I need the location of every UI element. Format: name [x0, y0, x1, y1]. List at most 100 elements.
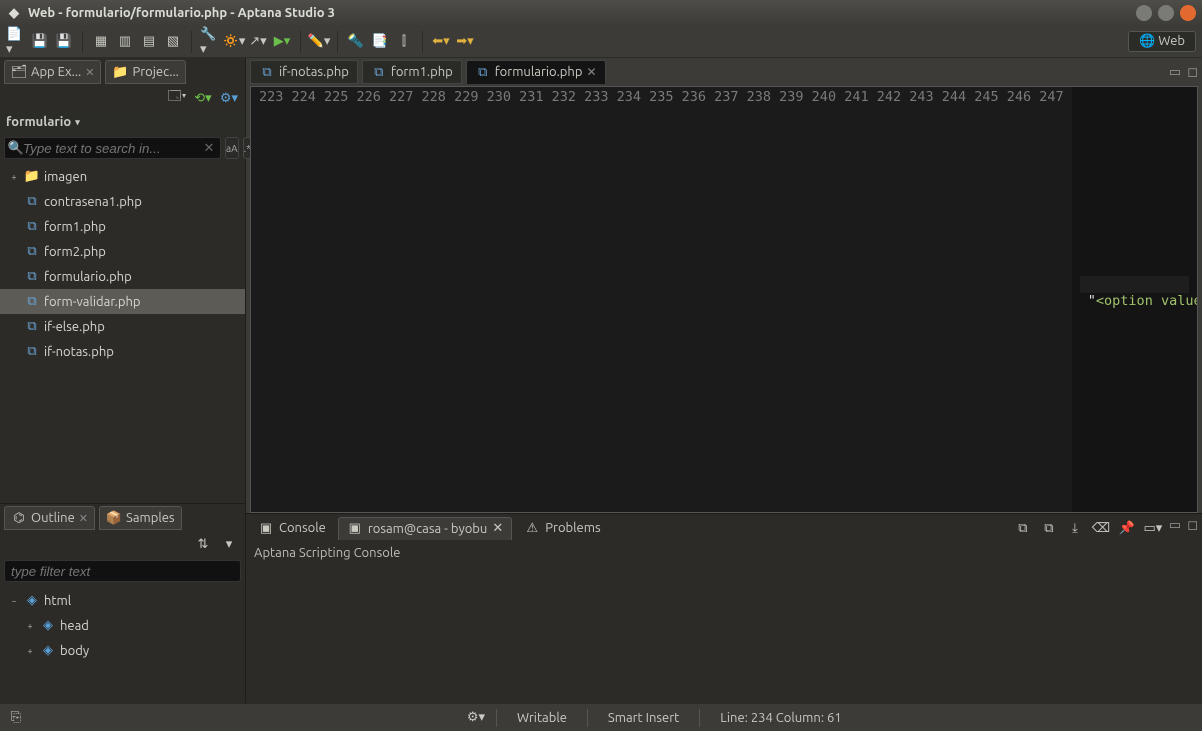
project-tree[interactable]: +📁imagen⧉contrasena1.php⧉form1.php⧉form2… [0, 162, 245, 503]
wand-icon[interactable]: ✏️▾ [309, 32, 329, 52]
save-icon[interactable]: 💾 [30, 32, 50, 52]
console-pin-icon[interactable]: 📌 [1117, 518, 1137, 538]
tree-folder[interactable]: +📁imagen [0, 164, 245, 189]
tree-item-label: imagen [44, 170, 87, 184]
close-tab-icon[interactable]: ✕ [492, 521, 503, 536]
console-action2-icon[interactable]: ⧉ [1039, 518, 1059, 538]
external-icon[interactable]: ↗▾ [248, 32, 268, 52]
tag-icon: ◈ [24, 593, 40, 609]
outline-tree[interactable]: −◈html+◈head+◈body [0, 586, 245, 703]
bottom-tab[interactable]: ▣ Console [250, 517, 334, 539]
outline-node[interactable]: −◈html [0, 588, 245, 613]
bottom-tab[interactable]: ▣rosam@casa - byobu✕ [338, 517, 512, 540]
grid-icon[interactable]: ▦ [91, 32, 111, 52]
code-area[interactable]: kw">echo "Pais: <select name='pais' id='… [1072, 87, 1197, 512]
line-gutter: 223 224 225 226 227 228 229 230 231 232 … [251, 87, 1072, 512]
console-output: Aptana Scripting Console [246, 542, 1202, 703]
bottom-view-tabs: ▣Console▣rosam@casa - byobu✕⚠Problems ⧉ … [246, 514, 1202, 542]
minimize-button[interactable] [1136, 5, 1152, 21]
status-gear-icon[interactable]: ⚙▾ [466, 708, 486, 728]
minimize-console-icon[interactable]: ▭ [1169, 518, 1181, 538]
tab-label: formulario.php [495, 65, 583, 79]
tree-file[interactable]: ⧉if-notas.php [0, 339, 245, 364]
tree-item-label: formulario.php [44, 270, 132, 284]
php-file-icon: ⧉ [24, 219, 40, 235]
console-clear-icon[interactable]: ⌫ [1091, 518, 1111, 538]
maximize-console-icon[interactable]: ◻ [1187, 518, 1198, 538]
tree-item-label: contrasena1.php [44, 195, 142, 209]
minimize-editor-icon[interactable]: ▭ [1169, 65, 1181, 80]
console-open-icon[interactable]: ▭▾ [1143, 518, 1163, 538]
sort-icon[interactable]: ⇅ [193, 534, 213, 554]
status-bar: ⎘ ⚙▾ Writable Smart Insert Line: 234 Col… [0, 703, 1202, 731]
tree-file[interactable]: ⧉ form2.php [0, 239, 245, 264]
editor-tab[interactable]: ⧉if-notas.php [250, 60, 358, 84]
outline-node[interactable]: +◈body [0, 638, 245, 663]
console-icon: ▣ [258, 520, 274, 536]
outline-node[interactable]: +◈head [0, 613, 245, 638]
tab-project-explorer[interactable]: 📁 Projec... [105, 60, 185, 84]
perspective-switcher[interactable]: 🌐 Web [1128, 31, 1196, 52]
editor-tab[interactable]: ⧉formulario.php✕ [466, 60, 606, 84]
quick-access-icon[interactable]: ⎘ [6, 708, 26, 728]
debug-icon[interactable]: 🔧▾ [200, 32, 220, 52]
save-all-icon[interactable]: 💾 [54, 32, 74, 52]
clear-search-icon[interactable]: ✕ [201, 140, 217, 156]
tree-file[interactable]: ⧉ formulario.php [0, 264, 245, 289]
tree-file[interactable]: ⧉ form1.php [0, 214, 245, 239]
search-input[interactable] [4, 137, 221, 159]
close-tab-icon[interactable]: ✕ [586, 65, 596, 79]
tab-outline[interactable]: ⌬ Outline ✕ [4, 506, 95, 530]
tree-item-label: if-notas.php [44, 345, 114, 359]
php-file-icon: ⧉ [24, 269, 40, 285]
layout1-icon[interactable]: ▥ [115, 32, 135, 52]
link-editor-icon[interactable]: 🗔▾ [167, 88, 187, 108]
highlight-icon[interactable]: 🔦 [346, 32, 366, 52]
app-explorer-icon: 🗂 [11, 64, 27, 80]
bottom-tab-label: Problems [545, 521, 600, 535]
tab-samples[interactable]: 📦 Samples [99, 506, 182, 530]
tree-item-label: form1.php [44, 220, 106, 234]
maximize-editor-icon[interactable]: ◻ [1187, 65, 1198, 80]
editor-tabs: ⧉if-notas.php⧉form1.php⧉formulario.php✕ … [246, 58, 1202, 86]
nav-back-icon[interactable]: ⬅▾ [431, 32, 451, 52]
sync-icon[interactable]: ⟲▾ [193, 88, 213, 108]
code-editor[interactable]: 223 224 225 226 227 228 229 230 231 232 … [250, 86, 1198, 513]
app-icon: ◆ [6, 5, 22, 21]
run-icon[interactable]: 🔅▾ [224, 32, 244, 52]
case-toggle[interactable]: aA [225, 137, 239, 159]
col-icon[interactable]: ⫿ [394, 32, 414, 52]
tree-item-label: form2.php [44, 245, 106, 259]
close-icon[interactable]: ✕ [79, 512, 88, 525]
run-last-icon[interactable]: ▶▾ [272, 32, 292, 52]
editor-tab[interactable]: ⧉form1.php [362, 60, 462, 84]
tree-file[interactable]: ⧉form-validar.php [0, 289, 245, 314]
layout2-icon[interactable]: ▤ [139, 32, 159, 52]
tag-icon: ◈ [40, 643, 56, 659]
gear-icon[interactable]: ⚙▾ [219, 88, 239, 108]
outline-label: body [60, 644, 89, 658]
tree-file[interactable]: ⧉if-else.php [0, 314, 245, 339]
status-writable: Writable [507, 711, 577, 725]
samples-icon: 📦 [106, 510, 122, 526]
tag-icon[interactable]: 📑 [370, 32, 390, 52]
globe-icon: 🌐 [1139, 34, 1155, 48]
left-view-tabs: 🗂 App Ex... ✕ 📁 Projec... [0, 58, 245, 86]
close-button[interactable] [1180, 5, 1196, 21]
new-menu-icon[interactable]: 📄▾ [6, 32, 26, 52]
tab-app-explorer[interactable]: 🗂 App Ex... ✕ [4, 60, 101, 84]
layout3-icon[interactable]: ▧ [163, 32, 183, 52]
php-file-icon: ⧉ [24, 244, 40, 260]
maximize-button[interactable] [1158, 5, 1174, 21]
bottom-tab[interactable]: ⚠Problems [516, 517, 608, 539]
outline-filter-input[interactable] [4, 560, 241, 582]
bottom-tab-label: Console [279, 521, 326, 535]
view-menu-icon[interactable]: ▾ [219, 534, 239, 554]
project-header[interactable]: formulario▾ [0, 110, 245, 134]
nav-fwd-icon[interactable]: ➡▾ [455, 32, 475, 52]
console-action1-icon[interactable]: ⧉ [1013, 518, 1033, 538]
tree-file[interactable]: ⧉contrasena1.php [0, 189, 245, 214]
console-scroll-icon[interactable]: ⤓ [1065, 518, 1085, 538]
close-icon[interactable]: ✕ [85, 66, 94, 79]
folder-icon: 📁 [24, 169, 40, 185]
